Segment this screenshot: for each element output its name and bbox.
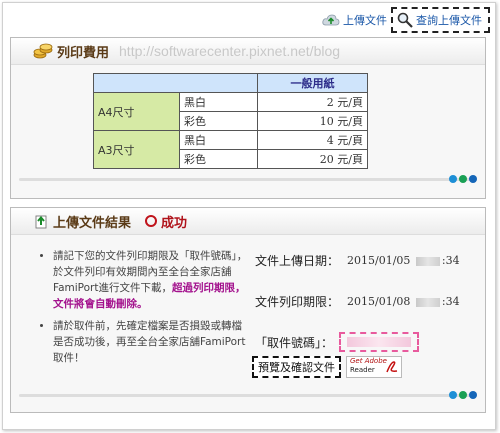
dot-icon (469, 391, 477, 399)
upload-date-row: 文件上傳日期： 2015/01/05 :34 (255, 252, 460, 269)
note-item: 請記下您的文件列印期限及「取件號碼」，於文件列印有效期間內至全台全家店舖Fami… (53, 248, 249, 312)
note-item: 請於取件前，先確定檔案是否損毀或轉檔是否成功後，再至全台全家店舖FamiPort… (53, 318, 249, 366)
redacted-blur (347, 337, 412, 347)
price-cell: 10 元/頁 (257, 111, 368, 131)
color-cell: 黑白 (179, 130, 258, 150)
print-cost-header: 列印費用 http://softwarecenter.pixnet.net/bl… (11, 38, 485, 65)
upload-result-header: 上傳文件結果 成功 (11, 208, 485, 235)
query-upload-link[interactable]: 查詢上傳文件 (391, 7, 490, 33)
pickup-code-row: 「取件號碼」： (255, 332, 420, 352)
upload-date-time: :34 (441, 254, 460, 267)
print-deadline-label: 文件列印期限： (255, 295, 340, 309)
top-links: 上傳文件 查詢上傳文件 (318, 6, 490, 34)
price-cell: 20 元/頁 (257, 149, 368, 169)
upload-document-label: 上傳文件 (343, 14, 387, 27)
price-table: 一般用紙 A4尺寸 黑白 2 元/頁 彩色 10 元/頁 A3尺寸 黑白 4 元… (93, 73, 368, 169)
print-deadline-row: 文件列印期限： 2015/01/08 :34 (255, 293, 460, 310)
panel-dots (449, 391, 477, 399)
print-cost-title: 列印費用 (57, 45, 110, 61)
price-cell: 2 元/頁 (257, 92, 368, 112)
upload-document-link[interactable]: 上傳文件 (318, 12, 391, 28)
table-row: A3尺寸 黑白 4 元/頁 (93, 130, 368, 169)
print-deadline-date: 2015/01/08 (347, 295, 411, 308)
note-text: 請於取件前，先確定檔案是否損毀或轉檔是否成功後，再至全台全家店舖FamiPort… (53, 320, 246, 364)
query-upload-label: 查詢上傳文件 (416, 14, 482, 27)
dot-icon (459, 175, 467, 183)
panel-divider (19, 178, 477, 181)
paper-type-header: 一般用紙 (257, 73, 368, 93)
status-text: 成功 (161, 215, 188, 231)
upload-result-title: 上傳文件結果 (53, 215, 132, 231)
coins-icon (33, 42, 53, 60)
magnifier-icon (397, 12, 413, 28)
upload-date-date: 2015/01/05 (347, 254, 411, 267)
color-cell: 彩色 (179, 111, 258, 131)
adobe-reader-badge[interactable]: Get Adobe Reader (346, 356, 402, 378)
table-row: A4尺寸 黑白 2 元/頁 (93, 92, 368, 131)
dot-icon (449, 175, 457, 183)
panel-divider (19, 394, 477, 397)
notes-list: 請記下您的文件列印期限及「取件號碼」，於文件列印有效期間內至全台全家店舖Fami… (53, 248, 249, 372)
upload-date-label: 文件上傳日期： (255, 254, 340, 268)
preview-confirm-button[interactable]: 預覽及確認文件 (252, 356, 341, 378)
dot-icon (469, 175, 477, 183)
redacted-blur (415, 297, 440, 307)
dot-icon (459, 391, 467, 399)
status-badge: 成功 (145, 212, 187, 231)
pickup-code-box (339, 332, 420, 352)
print-deadline-value: 2015/01/08 :34 (347, 295, 460, 308)
size-cell: A3尺寸 (93, 130, 180, 169)
panel-dots (449, 175, 477, 183)
upload-result-panel: 上傳文件結果 成功 請記下您的文件列印期限及「取件號碼」，於文件列印有效期間內至… (10, 207, 486, 413)
pickup-code-label: 「取件號碼」： (255, 335, 334, 350)
table-header-row: 一般用紙 (93, 73, 368, 93)
upload-date-value: 2015/01/05 :34 (347, 254, 460, 267)
print-cost-panel: 列印費用 http://softwarecenter.pixnet.net/bl… (10, 37, 486, 199)
price-cell: 4 元/頁 (257, 130, 368, 150)
print-deadline-time: :34 (441, 295, 460, 308)
adobe-reader-icon (386, 361, 398, 373)
dot-icon (449, 391, 457, 399)
watermark-text: http://softwarecenter.pixnet.net/blog (119, 43, 341, 59)
table-corner-cell (93, 73, 258, 93)
upload-doc-icon (33, 213, 49, 229)
color-cell: 黑白 (179, 92, 258, 112)
cloud-upload-icon (322, 13, 340, 27)
size-cell: A4尺寸 (93, 92, 180, 131)
color-cell: 彩色 (179, 149, 258, 169)
redacted-blur (415, 256, 440, 266)
success-circle-icon (145, 215, 158, 227)
